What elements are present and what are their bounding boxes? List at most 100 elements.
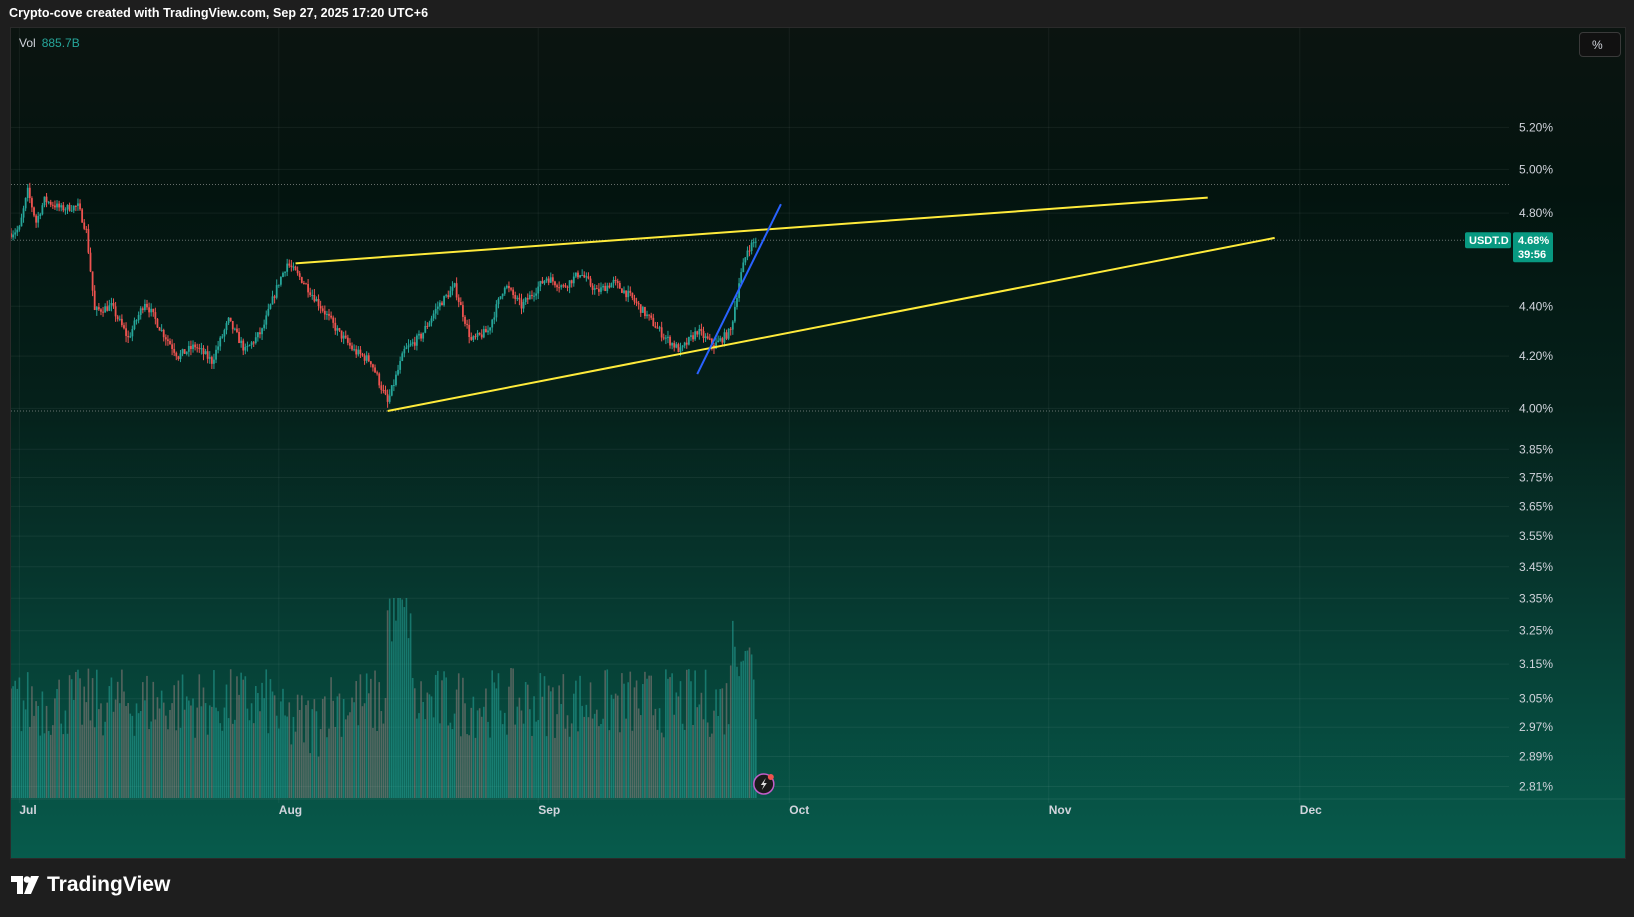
candle-body xyxy=(562,285,565,287)
volume-bar xyxy=(372,727,374,798)
candle-body xyxy=(625,290,628,298)
candle-body xyxy=(273,296,276,298)
volume-bar xyxy=(441,680,443,798)
volume-bar xyxy=(296,694,299,798)
candle-body xyxy=(526,298,529,300)
volume-bar xyxy=(552,687,554,798)
candle-body xyxy=(156,318,159,328)
volume-bar xyxy=(261,682,263,798)
candle-body xyxy=(110,303,113,306)
candle-body xyxy=(286,263,289,272)
candle-body xyxy=(438,302,441,307)
volume-bar xyxy=(393,598,395,798)
volume-bar xyxy=(363,703,366,798)
volume-bar xyxy=(202,687,205,798)
volume-bar xyxy=(426,692,429,798)
volume-bar xyxy=(671,673,673,798)
volume-bar xyxy=(374,670,376,798)
volume-bar xyxy=(675,692,678,798)
candle-body xyxy=(690,335,692,337)
volume-bar xyxy=(234,719,236,798)
candle-body xyxy=(62,205,65,211)
candle-body xyxy=(392,384,395,386)
volume-bar xyxy=(466,734,468,798)
volume-bar xyxy=(332,700,334,798)
chart-area[interactable]: 5.20% 5.00% 4.80% 4.40% 4.20% 4.00% 3.85% 3.75%… xyxy=(10,27,1626,859)
y-tick-label: 4.20% xyxy=(1519,349,1553,363)
candle-body xyxy=(372,364,374,368)
candle-body xyxy=(570,280,573,284)
volume-bar xyxy=(667,678,669,798)
volume-bar xyxy=(717,715,719,798)
candle-body xyxy=(754,241,757,243)
candle-body xyxy=(736,298,738,308)
volume-bar xyxy=(144,700,146,798)
volume-bar xyxy=(319,729,322,798)
candle-body xyxy=(79,203,81,210)
volume-bar xyxy=(246,708,249,798)
countdown-tag: 39:56 xyxy=(1518,249,1546,261)
volume-bar xyxy=(501,724,504,798)
candle-body xyxy=(639,304,642,313)
candle-body xyxy=(361,353,364,356)
candle-body xyxy=(618,282,621,289)
candle-body xyxy=(208,357,211,359)
volume-bar xyxy=(225,684,228,798)
volume-bar xyxy=(533,696,535,798)
price-chart[interactable]: 5.20% 5.00% 4.80% 4.40% 4.20% 4.00% 3.85% 3.75%… xyxy=(11,28,1625,858)
volume-bar xyxy=(171,703,173,798)
candle-body xyxy=(305,283,307,285)
candle-body xyxy=(367,355,370,362)
volume-bar xyxy=(248,720,251,798)
volume-bar xyxy=(334,726,337,798)
candle-body xyxy=(687,336,690,345)
volume-bar xyxy=(411,677,414,798)
candle-body xyxy=(742,262,745,273)
candle-body xyxy=(181,349,184,354)
candle-body xyxy=(468,324,471,338)
volume-bar xyxy=(257,693,259,798)
volume-bar xyxy=(116,681,119,798)
percent-scale-button[interactable]: % xyxy=(1579,32,1621,57)
volume-bar xyxy=(462,677,464,798)
volume-bar xyxy=(520,710,523,798)
candle-body xyxy=(637,303,640,305)
volume-bar xyxy=(70,679,73,798)
candle-body xyxy=(112,303,115,307)
volume-bar xyxy=(598,726,600,798)
volume-bar xyxy=(581,705,583,798)
volume-bar xyxy=(694,670,696,798)
volume-bar xyxy=(399,598,401,798)
volume-bar xyxy=(403,607,406,798)
volume-bar xyxy=(49,734,52,798)
volume-bar xyxy=(108,686,111,798)
candle-body xyxy=(397,369,399,375)
volume-bar xyxy=(577,731,579,798)
volume-bar xyxy=(633,687,636,798)
volume-bar xyxy=(77,669,79,798)
volume-bar xyxy=(478,708,481,798)
candle-body xyxy=(87,229,90,253)
candle-body xyxy=(334,322,337,331)
y-tick-label: 2.81% xyxy=(1519,780,1553,794)
volume-bar xyxy=(336,696,339,798)
volume-bar xyxy=(495,688,498,798)
candle-body xyxy=(719,338,722,341)
candle-body xyxy=(505,285,508,288)
candle-body xyxy=(198,347,201,349)
volume-bar xyxy=(723,734,726,798)
volume-bar xyxy=(52,725,54,798)
candle-body xyxy=(129,336,132,338)
volume-bar xyxy=(277,728,280,798)
candle-body xyxy=(108,305,111,311)
candle-body xyxy=(47,201,50,203)
volume-bar xyxy=(740,661,742,798)
candle-body xyxy=(311,294,314,296)
candle-body xyxy=(139,308,142,315)
x-tick-label: Jul xyxy=(19,803,36,817)
y-tick-label: 3.85% xyxy=(1519,442,1553,456)
volume-bar xyxy=(535,721,537,798)
volume-bar xyxy=(464,703,466,798)
volume-bar xyxy=(215,707,217,798)
candle-body xyxy=(89,252,92,272)
